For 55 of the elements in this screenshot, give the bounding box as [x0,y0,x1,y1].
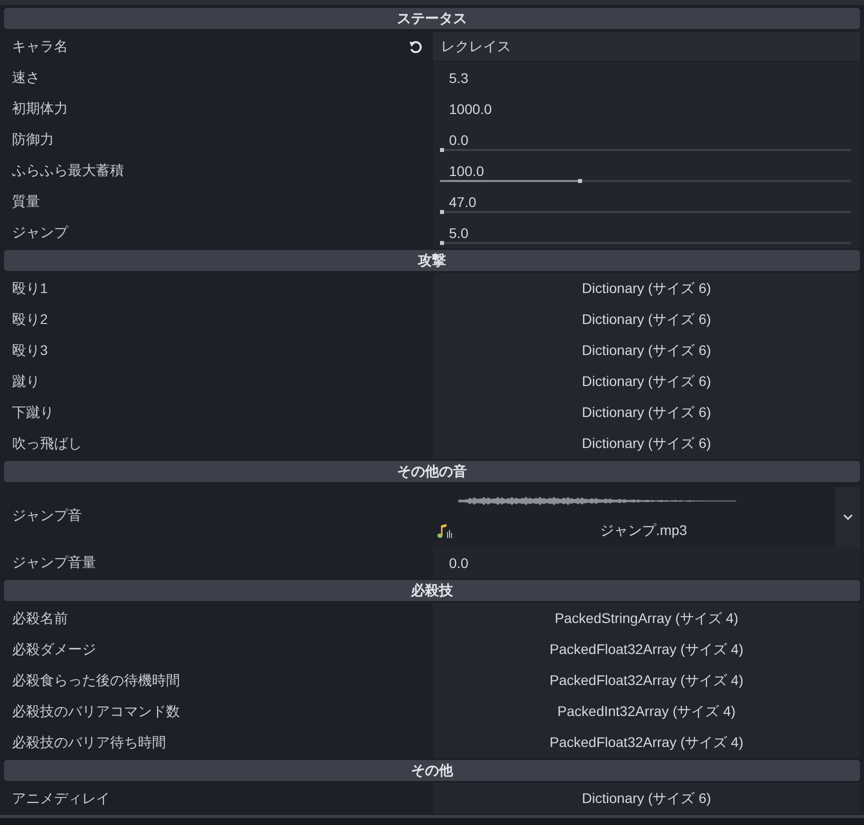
property-label: 吹っ飛ばし [12,434,82,452]
property-label: アニメディレイ [12,790,110,808]
section-header: 必殺技 [4,580,860,601]
property-label: 必殺技のバリアコマンド数 [12,702,180,720]
dropdown-button[interactable] [835,487,860,547]
revert-icon[interactable] [409,40,423,54]
resource-button[interactable]: Dictionary (サイズ 6) [433,783,860,814]
number-field[interactable]: 0.0 [433,124,860,155]
property-label: 下蹴り [12,404,54,422]
slider-thumb[interactable] [440,241,444,245]
property-label: 蹴り [12,372,40,390]
property-label: 必殺名前 [12,610,68,628]
property-label: 必殺ダメージ [12,640,96,658]
property-label: ジャンプ [12,224,68,242]
property-label: 殴り1 [12,280,48,298]
resource-button[interactable]: PackedStringArray (サイズ 4) [433,603,860,634]
property-label: 殴り3 [12,342,48,360]
property-label: 初期体力 [12,100,68,118]
section-header: その他 [4,760,860,781]
number-field[interactable]: 100.0 [433,155,860,186]
resource-button[interactable]: Dictionary (サイズ 6) [433,397,860,428]
resource-button[interactable]: Dictionary (サイズ 6) [433,304,860,335]
property-label: ジャンプ音 [12,506,82,524]
section-header: ステータス [4,8,860,29]
resource-button[interactable]: PackedInt32Array (サイズ 4) [433,696,860,727]
slider-thumb[interactable] [440,148,444,152]
number-field[interactable]: 1000.0 [433,93,860,124]
resource-button[interactable]: PackedFloat32Array (サイズ 4) [433,727,860,758]
slider-thumb[interactable] [440,210,444,214]
resource-button[interactable]: Dictionary (サイズ 6) [433,335,860,366]
property-label: 殴り2 [12,310,48,328]
property-label: 必殺技のバリア待ち時間 [12,734,166,752]
section-header: 攻撃 [4,250,860,271]
number-field[interactable]: 5.3 [433,62,860,93]
property-label: 質量 [12,192,40,210]
text-field[interactable]: レクレイス [433,32,860,61]
music-note-icon [437,524,452,538]
resource-button[interactable]: PackedFloat32Array (サイズ 4) [433,634,860,665]
property-label: 防御力 [12,130,54,148]
slider-thumb[interactable] [578,179,582,183]
number-field[interactable]: 5.0 [433,217,860,248]
resource-button[interactable]: Dictionary (サイズ 6) [433,273,860,304]
slider-track[interactable] [440,179,851,183]
property-label: 必殺食らった後の待機時間 [12,672,180,690]
property-label: キャラ名 [12,38,68,56]
number-field[interactable]: 0.0 [433,547,860,578]
resource-button[interactable]: Dictionary (サイズ 6) [433,428,860,459]
property-label: 速さ [12,68,40,86]
section-header: その他の音 [4,461,860,482]
resource-button[interactable]: PackedFloat32Array (サイズ 4) [433,665,860,696]
number-field[interactable]: 47.0 [433,186,860,217]
property-label: ジャンプ音量 [12,554,96,572]
chevron-down-icon [842,514,852,520]
resource-button[interactable]: Dictionary (サイズ 6) [433,366,860,397]
property-label: ふらふら最大蓄積 [12,162,124,180]
